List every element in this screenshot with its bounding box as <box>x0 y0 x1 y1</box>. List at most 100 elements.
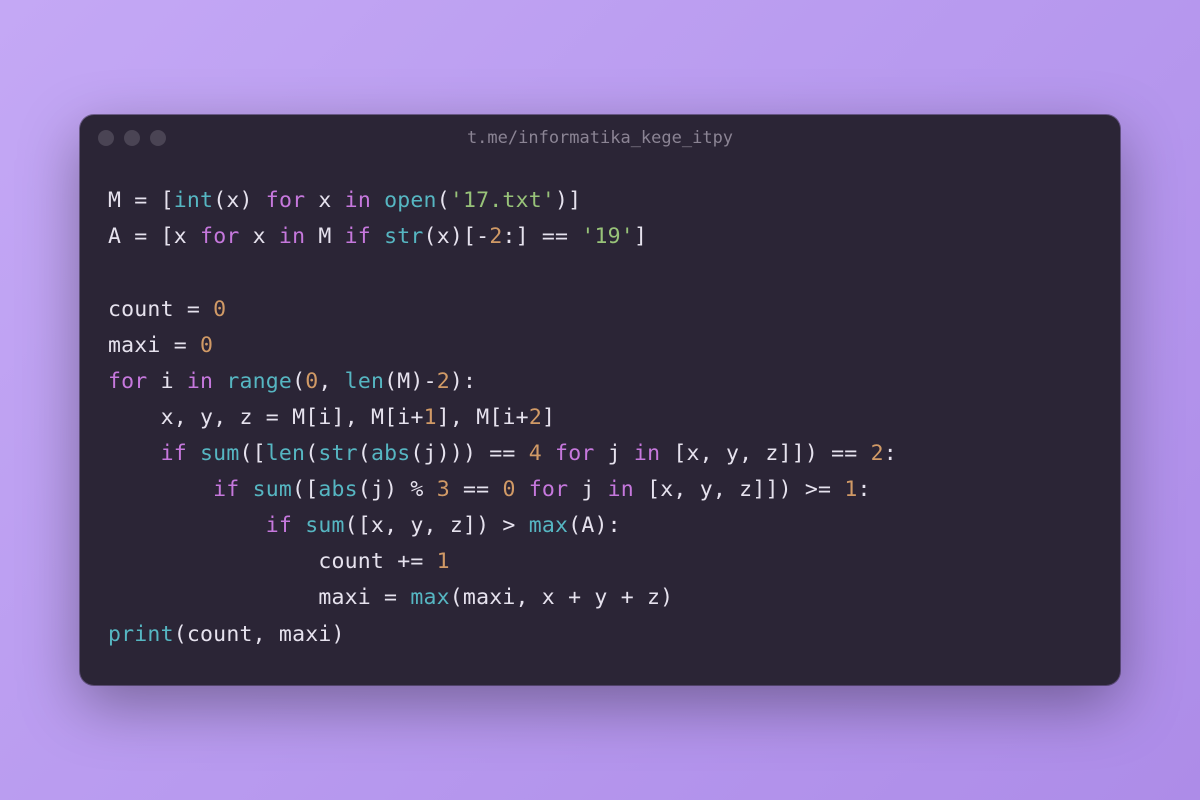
code-token: abs <box>371 441 410 466</box>
close-icon[interactable] <box>98 130 114 146</box>
code-token <box>450 477 463 502</box>
code-token: M <box>108 188 121 213</box>
code-token: open <box>384 188 437 213</box>
code-token: == <box>463 477 489 502</box>
code-token: ( <box>424 224 437 249</box>
code-token: j <box>424 441 437 466</box>
code-token: ( <box>213 188 226 213</box>
code-token: , <box>673 477 699 502</box>
code-token: ], <box>437 405 476 430</box>
code-token: = <box>371 585 410 610</box>
code-token: max <box>529 513 568 538</box>
code-token: : <box>884 441 897 466</box>
code-token: x <box>542 585 555 610</box>
code-token: 2 <box>871 441 884 466</box>
code-token: ) <box>240 188 266 213</box>
minimize-icon[interactable] <box>124 130 140 146</box>
code-token: > <box>502 513 515 538</box>
code-token: sum <box>200 441 239 466</box>
code-token: ) <box>410 369 423 394</box>
code-token: - <box>476 224 489 249</box>
code-line: maxi = max(maxi, x + y + z) <box>108 585 673 610</box>
code-token <box>371 224 384 249</box>
code-token: ( <box>358 477 371 502</box>
code-token: 3 <box>437 477 450 502</box>
code-token: ([ <box>345 513 371 538</box>
code-token: i <box>147 369 186 394</box>
code-token: for <box>266 188 305 213</box>
code-token: if <box>161 441 187 466</box>
traffic-lights <box>98 130 166 146</box>
code-token: == <box>489 441 515 466</box>
code-token: = <box>174 297 213 322</box>
code-token: 2 <box>489 224 502 249</box>
code-token: = <box>253 405 292 430</box>
code-token <box>371 188 384 213</box>
code-line: count = 0 <box>108 297 226 322</box>
code-token <box>857 441 870 466</box>
code-token: M <box>397 369 410 394</box>
code-token: x <box>437 224 450 249</box>
code-token: [ <box>634 477 660 502</box>
code-token: 2 <box>437 369 450 394</box>
code-token: max <box>410 585 449 610</box>
code-token: ([ <box>292 477 318 502</box>
code-line: x, y, z = M[i], M[i+1], M[i+2] <box>108 405 555 430</box>
code-token: [ <box>489 405 502 430</box>
code-token: ([ <box>239 441 265 466</box>
code-token: i <box>318 405 331 430</box>
code-token: in <box>345 188 371 213</box>
code-token <box>831 477 844 502</box>
code-token: in <box>279 224 305 249</box>
code-token: i <box>503 405 516 430</box>
code-token: M <box>371 405 384 430</box>
code-token: , <box>174 405 200 430</box>
code-token: + <box>555 585 594 610</box>
code-token: + <box>608 585 647 610</box>
code-token: 1 <box>424 405 437 430</box>
code-token: ))) <box>437 441 490 466</box>
code-token: ( <box>174 622 187 647</box>
code-token <box>108 549 318 574</box>
code-token: 0 <box>213 297 226 322</box>
code-token: = <box>121 188 160 213</box>
code-token: )[ <box>450 224 476 249</box>
code-token: M <box>305 224 344 249</box>
code-token: y <box>594 585 607 610</box>
code-token: len <box>345 369 384 394</box>
code-token: z <box>450 513 463 538</box>
code-token: ( <box>305 441 318 466</box>
code-token: ], <box>332 405 371 430</box>
code-token: , <box>700 441 726 466</box>
code-block: M = [int(x) for x in open('17.txt')] A =… <box>80 161 1120 684</box>
code-token <box>424 477 437 502</box>
code-token: , <box>713 477 739 502</box>
code-line: count += 1 <box>108 549 450 574</box>
code-token: 2 <box>529 405 542 430</box>
code-token: == <box>831 441 857 466</box>
code-token: , <box>318 369 344 394</box>
code-token: if <box>213 477 239 502</box>
code-token <box>187 441 200 466</box>
code-line: print(count, maxi) <box>108 622 345 647</box>
code-token: if <box>266 513 292 538</box>
code-token: 1 <box>844 477 857 502</box>
code-token: 0 <box>502 477 515 502</box>
code-token: maxi <box>279 622 332 647</box>
code-token: x <box>305 188 344 213</box>
code-token: x <box>371 513 384 538</box>
code-window: t.me/informatika_kege_itpy M = [int(x) f… <box>80 115 1120 684</box>
code-token: = <box>121 224 160 249</box>
code-token: z <box>239 405 252 430</box>
code-token <box>292 513 305 538</box>
code-token: y <box>700 477 713 502</box>
code-line: A = [x for x in M if str(x)[-2:] == '19'… <box>108 224 647 249</box>
code-token: z <box>739 477 752 502</box>
code-token: M <box>476 405 489 430</box>
code-token: ( <box>568 513 581 538</box>
maximize-icon[interactable] <box>150 130 166 146</box>
code-token: str <box>384 224 423 249</box>
code-token <box>108 477 213 502</box>
code-token: [ <box>384 405 397 430</box>
code-token: % <box>410 477 423 502</box>
